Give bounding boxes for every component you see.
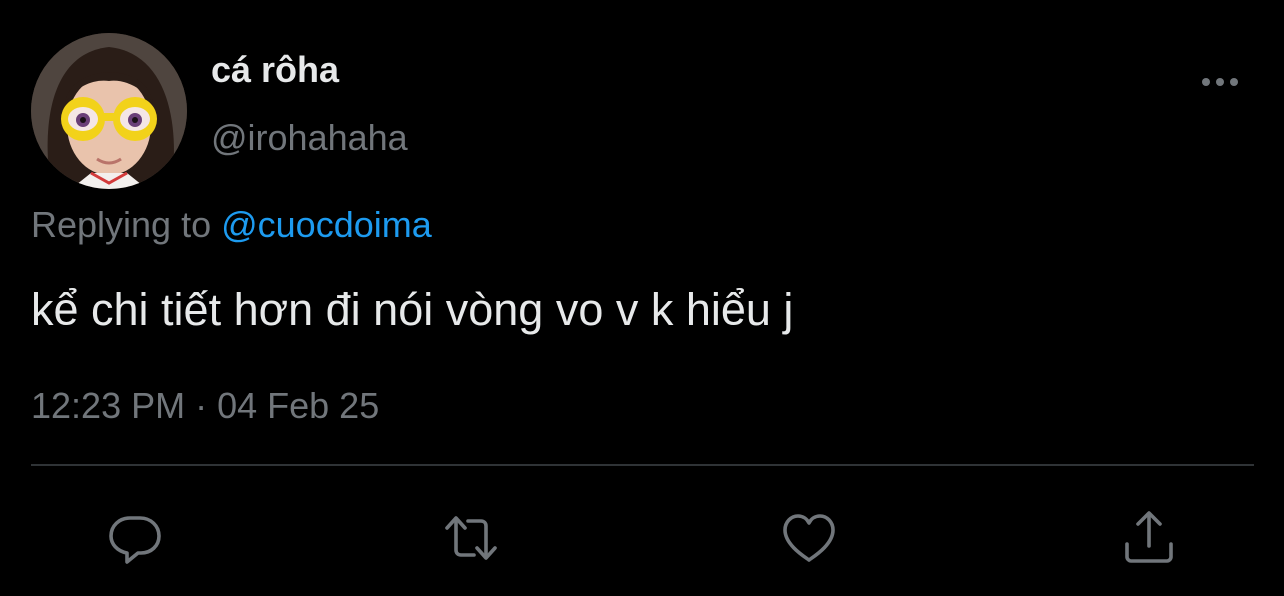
avatar-photo: [31, 33, 187, 189]
more-options-button[interactable]: [1196, 64, 1246, 100]
more-horizontal-icon: [1202, 78, 1238, 86]
retweet-button[interactable]: [441, 508, 501, 568]
replying-to-handle[interactable]: @cuocdoima: [221, 204, 432, 245]
share-icon: [1125, 511, 1173, 563]
retweet-icon: [445, 516, 497, 560]
replying-to-line: Replying to @cuocdoima: [31, 203, 432, 247]
heart-icon: [783, 514, 835, 562]
tweet-timestamp[interactable]: 12:23 PM · 04 Feb 25: [31, 384, 379, 428]
user-handle[interactable]: @irohahaha: [211, 116, 408, 160]
divider: [31, 464, 1254, 466]
tweet-text: kể chi tiết hơn đi nói vòng vo v k hiểu …: [31, 284, 794, 335]
like-button[interactable]: [779, 508, 839, 568]
meta-separator: ·: [185, 385, 218, 426]
tweet-time: 12:23 PM: [31, 385, 186, 426]
display-name[interactable]: cá rôha: [211, 48, 339, 92]
tweet-date: 04 Feb 25: [217, 385, 380, 426]
share-button[interactable]: [1119, 508, 1179, 568]
tweet-detail: cá rôha @irohahaha Replying to @cuocdoim…: [0, 0, 1284, 596]
replying-prefix: Replying to: [31, 204, 222, 245]
reply-button[interactable]: [105, 508, 165, 568]
reply-icon: [109, 516, 161, 564]
avatar[interactable]: [31, 33, 187, 189]
